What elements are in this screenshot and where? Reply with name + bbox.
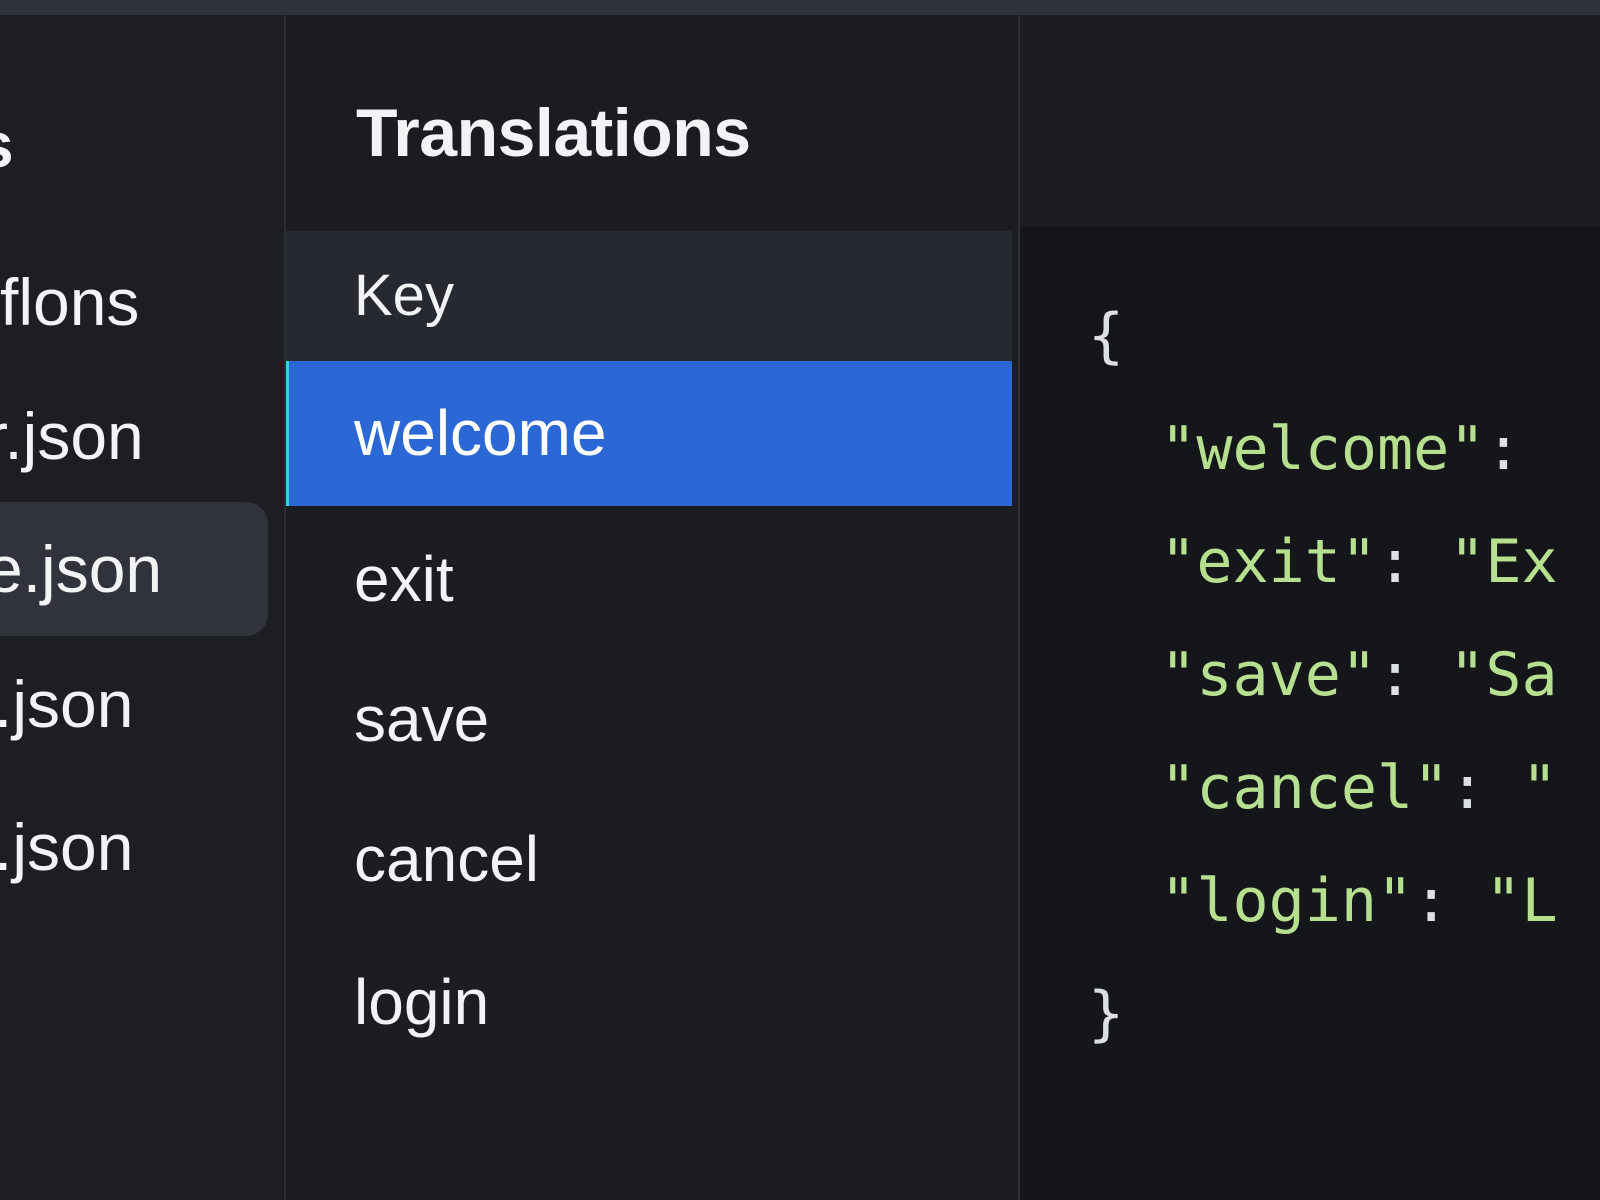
sidebar-item-label: .json <box>0 667 134 741</box>
app-window: s flons r.json e.json .json .json Transl… <box>0 0 1600 1200</box>
json-code-view[interactable]: { "welcome": "exit": "Ex "save": "Sa "ca… <box>1088 280 1558 1071</box>
json-line: "welcome": <box>1088 393 1558 506</box>
json-key: "exit" <box>1160 527 1377 597</box>
json-separator: : <box>1377 640 1450 710</box>
key-row-label: login <box>354 966 490 1038</box>
sidebar-item-label: flons <box>0 265 140 339</box>
json-key: "welcome" <box>1160 414 1486 484</box>
preview-header <box>1020 15 1600 227</box>
json-line: "save": "Sa <box>1088 619 1558 732</box>
page-title: Translations <box>356 95 751 171</box>
json-open-brace: { <box>1088 301 1125 371</box>
json-separator: : <box>1413 866 1486 936</box>
json-line: "login": "L <box>1088 845 1558 958</box>
json-key: "save" <box>1160 640 1377 710</box>
key-row-label: save <box>354 683 490 755</box>
key-row-label: welcome <box>354 397 607 469</box>
json-line: "cancel": " <box>1088 732 1558 845</box>
key-row-label: cancel <box>354 823 539 895</box>
json-value: "Sa <box>1449 640 1558 710</box>
json-key: "login" <box>1160 866 1414 936</box>
sidebar-item[interactable]: flons <box>0 235 260 369</box>
json-separator: : <box>1377 527 1450 597</box>
sidebar-item-selected[interactable]: e.json <box>0 502 268 636</box>
key-row-exit[interactable]: exit <box>286 507 1012 652</box>
sidebar-item-label: e.json <box>0 532 163 606</box>
json-separator: : <box>1449 753 1522 823</box>
translations-header: Translations <box>286 15 1018 229</box>
sidebar-item[interactable]: r.json <box>0 369 260 503</box>
json-value: "Ex <box>1449 527 1558 597</box>
key-row-label: exit <box>354 543 454 615</box>
json-value: "L <box>1485 866 1558 936</box>
key-column-header[interactable]: Key <box>286 231 1012 361</box>
translations-panel: Translations Key welcome exit save cance… <box>286 15 1020 1200</box>
json-separator: : <box>1485 414 1522 484</box>
files-sidebar: s flons r.json e.json .json .json <box>0 15 286 1200</box>
json-preview-panel: { "welcome": "exit": "Ex "save": "Sa "ca… <box>1020 15 1600 1200</box>
sidebar-item-label: r.json <box>0 399 144 473</box>
key-row-cancel[interactable]: cancel <box>286 787 1012 932</box>
key-row-login[interactable]: login <box>286 930 1012 1075</box>
sidebar-title: s <box>0 105 14 185</box>
json-line: "exit": "Ex <box>1088 506 1558 619</box>
key-column-label: Key <box>354 263 454 328</box>
top-bar <box>0 0 1600 15</box>
json-key: "cancel" <box>1160 753 1450 823</box>
json-close-brace: } <box>1088 979 1125 1049</box>
json-value: " <box>1521 753 1558 823</box>
key-row-welcome[interactable]: welcome <box>286 361 1012 506</box>
key-row-save[interactable]: save <box>286 647 1012 792</box>
sidebar-item[interactable]: .json <box>0 637 260 771</box>
sidebar-item-label: .json <box>0 810 134 884</box>
sidebar-item[interactable]: .json <box>0 780 260 914</box>
